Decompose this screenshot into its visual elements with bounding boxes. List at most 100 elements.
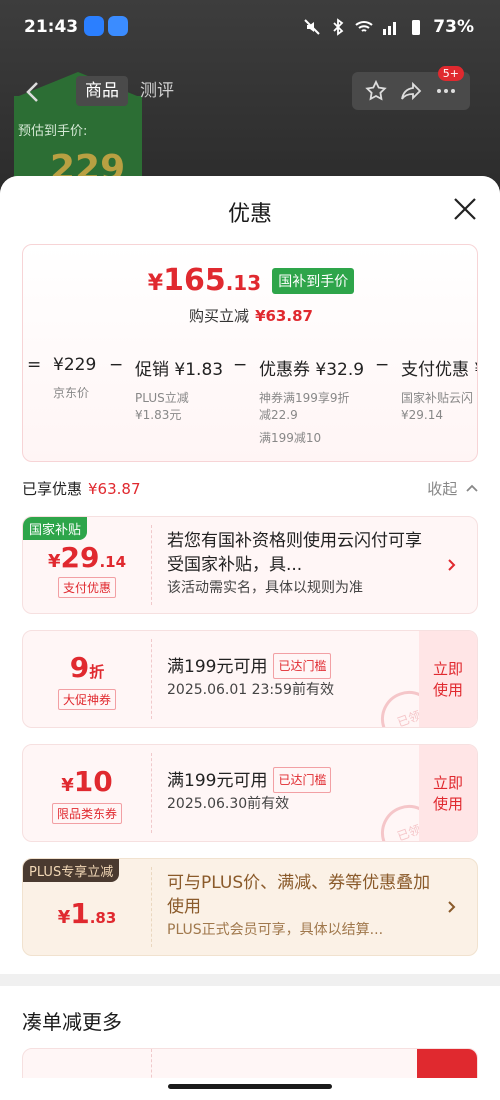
coupon-plus-discount[interactable]: PLUS专享立减 ¥1.83 可与PLUS价、满减、券等优惠叠加使用 PLUS正… bbox=[22, 858, 478, 956]
sheet-title: 优惠 bbox=[227, 202, 272, 227]
subsidy-price-tag: 国补到手价 bbox=[272, 267, 355, 294]
coupon-divider bbox=[151, 639, 152, 719]
wifi-icon bbox=[355, 21, 373, 32]
calc-main: ¥229 bbox=[53, 355, 97, 375]
discount-sheet: 优惠 ¥165.13 国补到手价 购买立减 ¥63.87 = ¥229 京东价 −… bbox=[0, 176, 500, 1100]
coupon-price-currency: ¥ bbox=[57, 907, 71, 928]
star-icon[interactable] bbox=[364, 79, 388, 103]
calc-operator: = bbox=[27, 355, 42, 375]
calc-main: 优惠券 ¥32.9 bbox=[259, 360, 365, 380]
calc-main: 支付优惠 ¥ bbox=[401, 360, 478, 380]
price-breakdown: = ¥229 京东价 − 促销 ¥1.83 PLUS立减 ¥1.83元 − 优惠… bbox=[23, 355, 478, 455]
back-icon[interactable] bbox=[22, 80, 46, 104]
gesture-bar-area bbox=[0, 1078, 500, 1100]
price-summary-card: ¥165.13 国补到手价 购买立减 ¥63.87 = ¥229 京东价 − 促销… bbox=[22, 244, 478, 462]
calc-sub-line: 减22.9 bbox=[259, 408, 298, 422]
final-price-row: ¥165.13 国补到手价 bbox=[23, 263, 477, 298]
coupon-value-area: 9折 大促神券 bbox=[23, 631, 151, 727]
coupon-title: 满199元可用 已达门槛 bbox=[167, 767, 437, 793]
plus-desc: PLUS正式会员可享，具体以结算... bbox=[167, 922, 384, 938]
coupon-type-tag: 大促神券 bbox=[23, 689, 151, 710]
coupon-price-int: 29 bbox=[60, 541, 100, 574]
calc-item-coupon: 优惠券 ¥32.9 神券满199享9折 减22.9 满199减10 bbox=[259, 355, 364, 447]
bluetooth-icon bbox=[333, 18, 344, 36]
instant-discount-value: ¥63.87 bbox=[255, 307, 313, 325]
product-top-nav: 商品 测评 5+ bbox=[0, 66, 500, 112]
coupon-type-tag: 限品类东券 bbox=[23, 803, 151, 824]
coupon-divider bbox=[151, 753, 152, 833]
share-icon[interactable] bbox=[399, 79, 423, 103]
calc-operator: − bbox=[109, 355, 124, 375]
coupon-value-area: ¥1.83 bbox=[23, 859, 151, 955]
calc-sub: 神券满199享9折 减22.9 满199减10 bbox=[259, 390, 364, 447]
coupon-divider bbox=[151, 525, 152, 605]
calc-operator: − bbox=[375, 355, 390, 375]
coupon-price-currency: ¥ bbox=[47, 551, 61, 572]
chevron-right-icon bbox=[448, 901, 456, 913]
final-price-int: 165 bbox=[163, 263, 226, 298]
coupon-body: 若您有国补资格则使用云闪付可享受国家补贴，具... 该活动需实名，具体以规则为准 bbox=[167, 529, 437, 599]
coupon-price-int: 9 bbox=[69, 651, 90, 684]
calc-main: 促销 ¥1.83 bbox=[135, 360, 224, 380]
signal-icon bbox=[383, 22, 397, 35]
use-now-button[interactable]: 立即使用 bbox=[419, 631, 477, 727]
threshold-reached-tag: 已达门槛 bbox=[273, 653, 332, 679]
calc-operator: − bbox=[233, 355, 248, 375]
threshold-reached-tag: 已达门槛 bbox=[273, 767, 332, 793]
close-icon[interactable] bbox=[452, 196, 478, 222]
final-price-dec: .13 bbox=[225, 271, 262, 295]
instant-discount: 购买立减 ¥63.87 bbox=[23, 305, 477, 326]
coupon-value-area: ¥10 限品类东券 bbox=[23, 745, 151, 841]
coupon-type-label: 大促神券 bbox=[57, 689, 116, 710]
battery-icon bbox=[412, 20, 421, 35]
coupon-title-text: 满199元可用 bbox=[167, 657, 268, 677]
calc-sub: PLUS立减 ¥1.83元 bbox=[135, 390, 223, 424]
coupon-price-currency: ¥ bbox=[61, 775, 74, 796]
coupon-category-jd: ¥10 限品类东券 满199元可用 已达门槛 2025.06.30前有效 已领 立… bbox=[22, 744, 478, 842]
calc-sub-line: ¥1.83元 bbox=[135, 408, 182, 422]
coupon-body: 可与PLUS价、满减、券等优惠叠加使用 PLUS正式会员可享，具体以结算... bbox=[167, 871, 437, 941]
battery-percent: 73% bbox=[433, 17, 474, 37]
coupon-type-tag: 支付优惠 bbox=[23, 577, 151, 598]
more-icon[interactable] bbox=[434, 79, 458, 103]
use-now-label: 立即使用 bbox=[432, 774, 463, 813]
coupon-price-unit: 折 bbox=[89, 663, 105, 681]
calc-item-list-price: ¥229 京东价 bbox=[53, 355, 96, 402]
tab-review[interactable]: 测评 bbox=[140, 76, 174, 106]
use-now-button[interactable]: 立即使用 bbox=[419, 745, 477, 841]
coupon-divider bbox=[151, 867, 152, 947]
coupon-price-dec: .83 bbox=[89, 909, 117, 927]
tab-product[interactable]: 商品 bbox=[76, 76, 128, 106]
coupon-promo-discount: 9折 大促神券 满199元可用 已达门槛 2025.06.01 23:59前有效 … bbox=[22, 630, 478, 728]
calc-sub: 京东价 bbox=[53, 385, 96, 402]
calc-sub-line: 国家补贴云闪 bbox=[401, 391, 474, 405]
estimated-price-label: 预估到手价: bbox=[18, 124, 88, 139]
collapse-button[interactable]: 收起 bbox=[427, 478, 478, 499]
instant-discount-label: 购买立减 bbox=[189, 307, 250, 325]
currency-symbol: ¥ bbox=[147, 271, 164, 296]
calc-item-promotion: 促销 ¥1.83 PLUS立减 ¥1.83元 bbox=[135, 355, 223, 424]
calc-sub-line: PLUS立减 bbox=[135, 391, 189, 405]
enjoyed-discount: 已享优惠 ¥63.87 bbox=[22, 478, 141, 499]
calc-sub-line: 京东价 bbox=[53, 386, 90, 400]
chevron-up-icon bbox=[466, 484, 478, 492]
mute-icon bbox=[304, 19, 321, 35]
coupon-desc: 该活动需实名，具体以规则为准 bbox=[167, 580, 363, 596]
calc-sub-line: 满199减10 bbox=[259, 431, 322, 445]
coupon-national-subsidy[interactable]: 国家补贴 ¥29.14 支付优惠 若您有国补资格则使用云闪付可享受国家补贴，具.… bbox=[22, 516, 478, 614]
coupon-type-label: 限品类东券 bbox=[51, 803, 122, 824]
section-separator bbox=[0, 974, 500, 986]
coupon-price-int: 1 bbox=[70, 897, 90, 930]
coupon-price-dec: .14 bbox=[99, 553, 127, 571]
home-indicator[interactable] bbox=[168, 1084, 332, 1089]
nav-actions: 5+ bbox=[352, 66, 470, 110]
coupon-price-int: 10 bbox=[73, 765, 113, 798]
coupon-title-text: 满199元可用 bbox=[167, 771, 268, 791]
coupon-type-label: 支付优惠 bbox=[57, 577, 116, 598]
coupon-price: ¥1.83 bbox=[23, 897, 151, 930]
coupon-price: ¥29.14 bbox=[23, 541, 151, 574]
calc-sub-line: 神券满199享9折 bbox=[259, 391, 350, 405]
message-count-badge: 5+ bbox=[437, 66, 464, 81]
coupon-title: 若您有国补资格则使用云闪付可享受国家补贴，具... bbox=[167, 531, 422, 575]
status-time: 21:43 bbox=[24, 17, 79, 37]
